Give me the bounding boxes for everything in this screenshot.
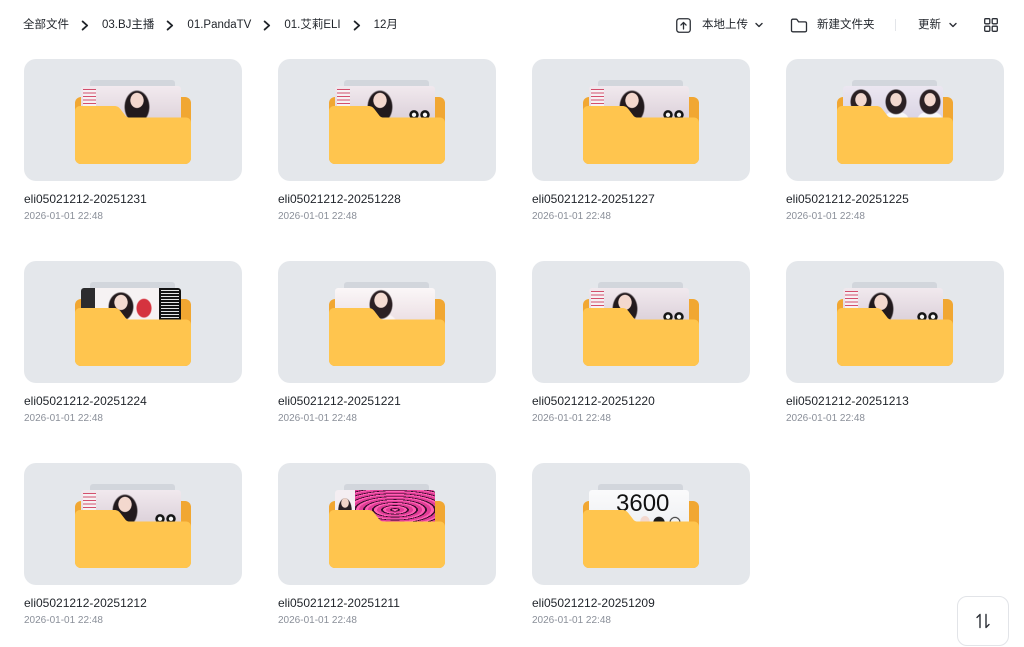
toolbar-divider: [895, 19, 896, 31]
folder-name: eli05021212-20251212: [24, 596, 147, 610]
folder-name: eli05021212-20251209: [532, 596, 655, 610]
folder-name: eli05021212-20251220: [532, 394, 655, 408]
folder-icon: [837, 282, 953, 366]
folder-preview: [24, 59, 242, 181]
folder-modified-date: 2026-01-01 22:48: [278, 413, 357, 424]
sort-arrows-icon: [975, 612, 991, 630]
breadcrumb-item-bj-streamers[interactable]: 03.BJ主播: [102, 16, 154, 34]
folder-modified-date: 2026-01-01 22:48: [786, 211, 865, 222]
folder-preview: [786, 59, 1004, 181]
upload-button-label: 本地上传: [702, 19, 748, 31]
folder-name: eli05021212-20251231: [24, 192, 147, 206]
folder-modified-date: 2026-01-01 22:48: [532, 615, 611, 626]
folder-front-panel: [329, 106, 445, 164]
folder-front-panel: [583, 510, 699, 568]
folder-icon: [329, 80, 445, 164]
new-folder-button-label: 新建文件夹: [817, 19, 875, 31]
folder-card[interactable]: eli05021212-20251213 2026-01-01 22:48: [786, 261, 1004, 428]
folder-preview: [278, 261, 496, 383]
folder-card[interactable]: eli05021212-20251231 2026-01-01 22:48: [24, 59, 242, 226]
sort-dropdown-label: 更新: [918, 19, 941, 31]
folder-modified-date: 2026-01-01 22:48: [24, 615, 103, 626]
folder-name: eli05021212-20251228: [278, 192, 401, 206]
upload-icon: [676, 17, 691, 33]
breadcrumb: 全部文件 03.BJ主播 01.PandaTV 01.艾莉ELI 12月: [23, 16, 398, 34]
folder-card[interactable]: eli05021212-20251220 2026-01-01 22:48: [532, 261, 750, 428]
grid-view-icon: [984, 18, 998, 32]
folder-name: eli05021212-20251224: [24, 394, 147, 408]
folder-front-panel: [837, 106, 953, 164]
top-toolbar: 全部文件 03.BJ主播 01.PandaTV 01.艾莉ELI 12月 本地上…: [0, 0, 1024, 50]
folder-card[interactable]: eli05021212-20251212 2026-01-01 22:48: [24, 463, 242, 630]
folder-icon: [75, 484, 191, 568]
folder-front-panel: [75, 308, 191, 366]
folder-card[interactable]: eli05021212-20251224 2026-01-01 22:48: [24, 261, 242, 428]
folder-icon: [583, 282, 699, 366]
folder-modified-date: 2026-01-01 22:48: [278, 211, 357, 222]
folder-card[interactable]: eli05021212-20251228 2026-01-01 22:48: [278, 59, 496, 226]
folder-icon: [329, 484, 445, 568]
folder-name: eli05021212-20251213: [786, 394, 909, 408]
chevron-down-icon: [755, 22, 763, 28]
breadcrumb-item-all-files[interactable]: 全部文件: [23, 16, 69, 34]
folder-name: eli05021212-20251225: [786, 192, 909, 206]
breadcrumb-item-pandatv[interactable]: 01.PandaTV: [187, 16, 251, 34]
chevron-right-icon: [263, 20, 271, 31]
folder-name: eli05021212-20251227: [532, 192, 655, 206]
sort-float-button[interactable]: [957, 596, 1009, 646]
chevron-right-icon: [166, 20, 174, 31]
folder-front-panel: [75, 106, 191, 164]
breadcrumb-item-current-december: 12月: [373, 19, 398, 31]
folder-icon: [75, 282, 191, 366]
new-folder-button[interactable]: 新建文件夹: [790, 16, 875, 34]
upload-local-button[interactable]: 本地上传: [676, 16, 763, 34]
sort-dropdown[interactable]: 更新: [918, 16, 957, 34]
folder-preview: [532, 261, 750, 383]
file-grid: eli05021212-20251231 2026-01-01 22:48 el…: [24, 59, 1004, 630]
folder-front-panel: [75, 510, 191, 568]
folder-icon: [75, 80, 191, 164]
folder-modified-date: 2026-01-01 22:48: [278, 615, 357, 626]
folder-modified-date: 2026-01-01 22:48: [532, 413, 611, 424]
folder-icon: 3600: [583, 484, 699, 568]
folder-front-panel: [837, 308, 953, 366]
folder-icon: [329, 282, 445, 366]
folder-preview: [786, 261, 1004, 383]
folder-modified-date: 2026-01-01 22:48: [24, 211, 103, 222]
view-toggle-button[interactable]: [983, 17, 999, 33]
chevron-right-icon: [81, 20, 89, 31]
folder-card[interactable]: eli05021212-20251211 2026-01-01 22:48: [278, 463, 496, 630]
folder-modified-date: 2026-01-01 22:48: [24, 413, 103, 424]
folder-front-panel: [329, 510, 445, 568]
folder-name: eli05021212-20251211: [278, 596, 400, 610]
folder-preview: [24, 261, 242, 383]
chevron-down-icon: [949, 22, 957, 28]
folder-modified-date: 2026-01-01 22:48: [532, 211, 611, 222]
folder-card[interactable]: 3600 eli05021212-20251209 2026-01-01 22:…: [532, 463, 750, 630]
folder-preview: [24, 463, 242, 585]
folder-card[interactable]: eli05021212-20251221 2026-01-01 22:48: [278, 261, 496, 428]
breadcrumb-item-eli[interactable]: 01.艾莉ELI: [284, 16, 340, 34]
folder-modified-date: 2026-01-01 22:48: [786, 413, 865, 424]
folder-icon: [837, 80, 953, 164]
folder-front-panel: [329, 308, 445, 366]
folder-front-panel: [583, 106, 699, 164]
folder-preview: [278, 59, 496, 181]
folder-front-panel: [583, 308, 699, 366]
folder-card[interactable]: eli05021212-20251227 2026-01-01 22:48: [532, 59, 750, 226]
folder-name: eli05021212-20251221: [278, 394, 401, 408]
chevron-right-icon: [353, 20, 361, 31]
folder-preview: 3600: [532, 463, 750, 585]
folder-outline-icon: [790, 18, 808, 33]
folder-card[interactable]: eli05021212-20251225 2026-01-01 22:48: [786, 59, 1004, 226]
folder-preview: [532, 59, 750, 181]
folder-icon: [583, 80, 699, 164]
folder-preview: [278, 463, 496, 585]
